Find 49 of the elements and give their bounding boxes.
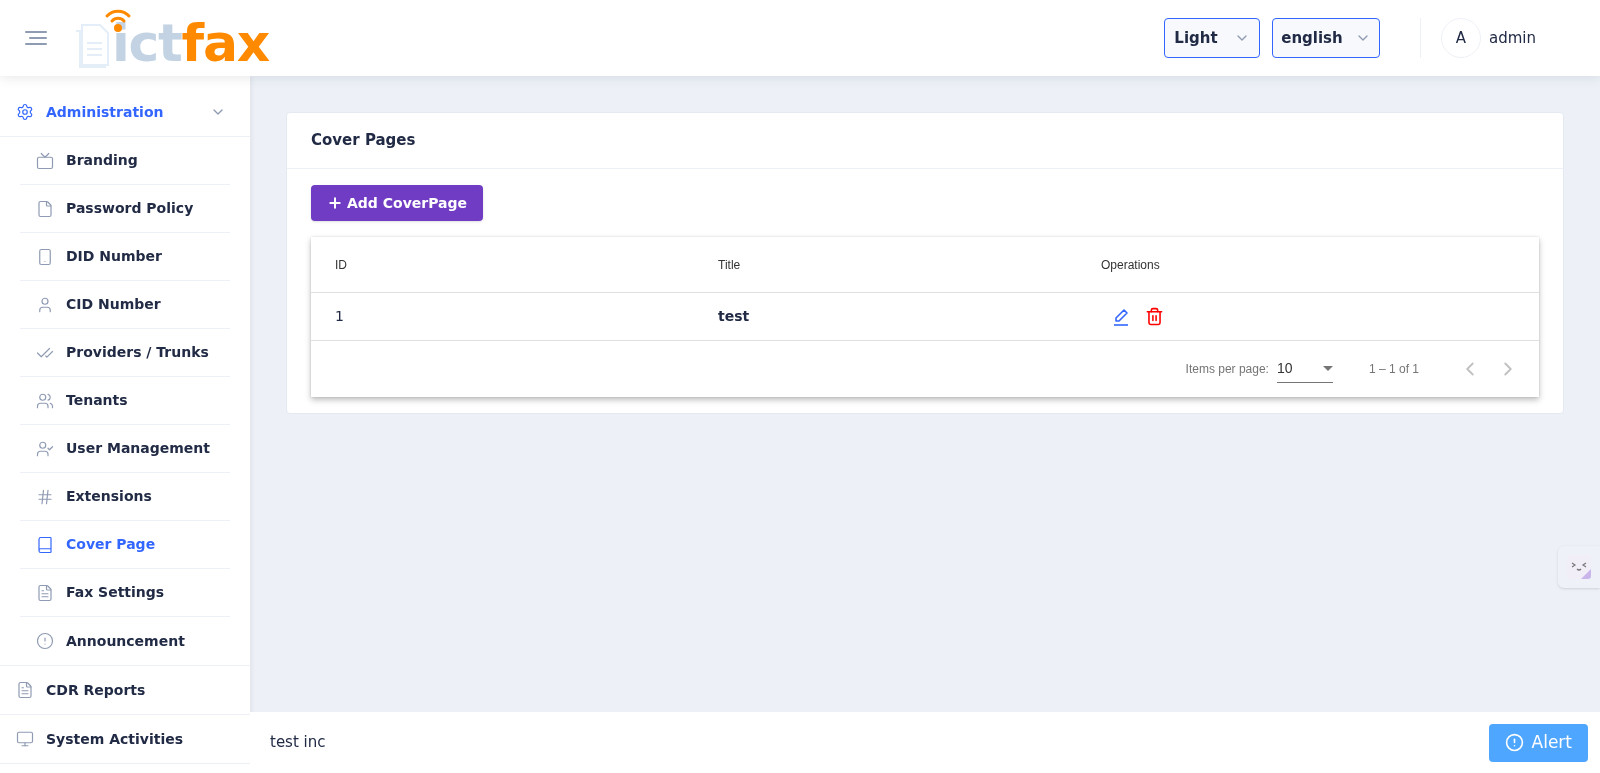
items-per-page-label: Items per page: — [1185, 361, 1269, 378]
sidebar-item[interactable]: Password Policy — [20, 185, 230, 233]
sidebar-item[interactable]: CDR Reports — [0, 666, 250, 714]
widget-tab[interactable] — [1558, 546, 1600, 588]
menu-icon[interactable] — [24, 30, 48, 46]
page-size-select[interactable]: 10 — [1276, 355, 1333, 383]
filetext-icon — [36, 583, 54, 602]
sidebar-item[interactable]: Announcement — [20, 617, 230, 665]
sidebar-item[interactable]: DID Number — [20, 233, 230, 281]
sidebar-item[interactable]: Branding — [20, 137, 230, 185]
phone-icon — [36, 247, 54, 266]
page-range: 1 – 1 of 1 — [1368, 361, 1419, 378]
alert-icon — [36, 632, 54, 650]
sidebar-item[interactable]: Cover Page — [20, 521, 230, 569]
column-header: Operations — [1101, 256, 1161, 274]
sidebar-item[interactable]: User Management — [20, 425, 230, 473]
hash-icon — [36, 487, 54, 506]
user-icon — [36, 295, 54, 314]
book-icon — [36, 535, 54, 554]
filetext-icon — [16, 681, 34, 699]
table-cell-text: 1 — [335, 307, 345, 326]
logo-text: ictfax — [112, 17, 269, 69]
sidebar-item[interactable]: CID Number — [20, 281, 230, 329]
tv-icon — [36, 151, 54, 170]
edit-icon[interactable] — [1113, 307, 1129, 326]
sidebar-item[interactable]: Extensions — [20, 473, 230, 521]
monitor-icon — [16, 730, 34, 748]
sidebar-item[interactable]: Fax Settings — [20, 569, 230, 617]
column-header: Title — [718, 256, 742, 274]
file-icon — [36, 199, 54, 218]
usercheck-icon — [36, 439, 54, 458]
sidebar-item[interactable]: System Activities — [0, 715, 250, 763]
column-header: ID — [335, 256, 348, 274]
user-name[interactable]: admin — [1489, 26, 1536, 50]
users-icon — [36, 391, 54, 410]
dropdown-icon — [1322, 366, 1333, 371]
alert-icon — [1504, 733, 1524, 752]
sidebar-item[interactable]: Providers / Trunks — [20, 329, 230, 377]
gear-icon — [16, 103, 34, 121]
add-coverpage-button[interactable]: Add CoverPage — [311, 185, 484, 221]
sidebar-item[interactable]: Administration — [0, 88, 250, 136]
card-title: Cover Pages — [311, 130, 416, 152]
language-select[interactable]: english — [1272, 18, 1380, 58]
footer-text: test inc — [270, 732, 327, 754]
table-cell-text: test — [718, 307, 751, 326]
sidebar-item[interactable]: Tenants — [20, 377, 230, 425]
plus-icon — [327, 195, 343, 211]
theme-select[interactable]: Light — [1164, 18, 1260, 58]
delete-icon[interactable] — [1145, 307, 1164, 326]
